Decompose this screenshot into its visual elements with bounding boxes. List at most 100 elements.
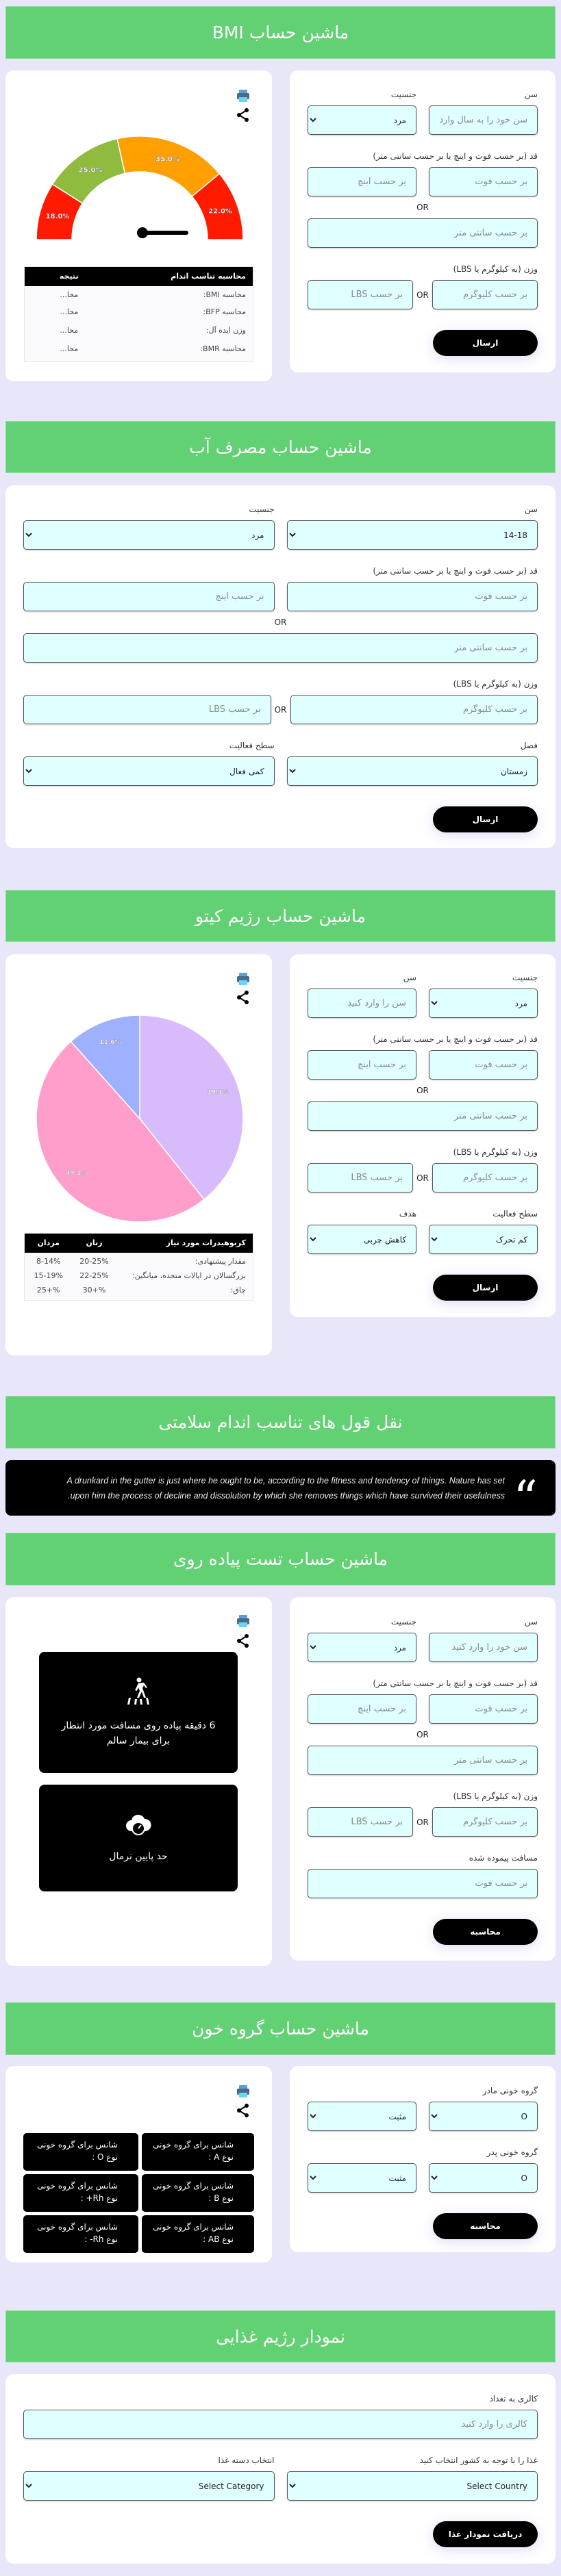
chance-a: شانس برای گروه خونی نوع A : <box>142 2133 254 2171</box>
height-label: قد (بر حسب فوت و اینچ یا بر حسب سانتی مت… <box>373 1679 538 1688</box>
lbs-input[interactable] <box>308 1163 413 1193</box>
submit-button[interactable]: ارسال <box>433 330 538 356</box>
walking-result-card: 6 دقیقه پیاده روی مسافت مورد انتظار برای… <box>5 1597 272 1966</box>
expected-distance-text: 6 دقیقه پیاده روی مسافت مورد انتظار برای… <box>61 1720 216 1746</box>
submit-button[interactable]: ارسال <box>433 806 538 832</box>
goal-select[interactable]: کاهش چربی <box>308 1225 416 1254</box>
table-row: بزرگسالان در ایالات متحده، میانگین: 22-25… <box>34 1271 246 1280</box>
activity-select[interactable]: کم تحرک <box>429 1225 538 1254</box>
inch-input[interactable] <box>23 582 275 611</box>
foot-input[interactable] <box>429 1694 538 1724</box>
category-select[interactable]: Select Category <box>23 2471 275 2501</box>
kg-input[interactable] <box>432 1807 538 1837</box>
father-type-select[interactable]: O <box>429 2163 538 2193</box>
kg-input[interactable] <box>432 1163 538 1193</box>
lower-normal-text: حد پایین نرمال <box>109 1851 168 1862</box>
cm-input[interactable] <box>308 218 538 248</box>
gender-label: جنسیت <box>249 505 275 514</box>
or-text: OR <box>416 1817 429 1827</box>
age-select[interactable]: 14-18 <box>286 520 538 550</box>
season-select[interactable]: زمستان <box>286 756 538 786</box>
weight-label: وزن (به کیلوگرم یا LBS) <box>453 1147 538 1157</box>
diet-form: کالری به تعداد غذا را با توجه به کشور ان… <box>5 2374 556 2564</box>
blood-form: گروه خونی مادر O مثبت گروه خونی پدر O مث… <box>290 2066 556 2252</box>
table-header: نتیجه <box>24 266 114 286</box>
mother-rh-select[interactable]: مثبت <box>308 2102 416 2131</box>
blood-result-card: شانس برای گروه خونی نوع A : شانس برای گر… <box>5 2066 272 2262</box>
table-row: چاق: %+30 %+25 <box>36 1285 246 1295</box>
chance-rh-negative: شانس برای گروه خونی نوع Rh- : <box>23 2215 138 2253</box>
keto-header: ماشین حساب رژیم کیتو <box>5 890 556 942</box>
cloud-speedometer-icon <box>126 1814 151 1835</box>
cm-input[interactable] <box>23 633 538 663</box>
calorie-input[interactable] <box>23 2410 538 2439</box>
quote-box: “ A drunkard in the gutter is just where… <box>5 1460 556 1522</box>
gauge-needle-hub <box>137 227 148 238</box>
cm-input[interactable] <box>308 1101 538 1131</box>
printer-icon[interactable] <box>236 2084 251 2099</box>
or-text: OR <box>416 1173 429 1183</box>
printer-icon[interactable] <box>236 1614 251 1629</box>
table-row: محاسبه BMR: محا... <box>60 344 246 353</box>
kg-input[interactable] <box>290 695 538 724</box>
foot-input[interactable] <box>429 1050 538 1080</box>
keto-pie-chart: 39.3% 49.1% 11.6% <box>36 1015 244 1223</box>
gender-label: جنسیت <box>390 1617 416 1627</box>
activity-select[interactable]: کمی فعال <box>23 756 275 786</box>
or-text: OR <box>416 203 429 212</box>
mother-type-select[interactable]: O <box>429 2102 538 2131</box>
height-label: قد (بر حسب فوت و اینچ یا بر حسب سانتی مت… <box>373 566 538 576</box>
age-input[interactable] <box>429 105 538 135</box>
chance-rh-positive: شانس برای گروه خونی نوع Rh+ : <box>23 2174 138 2212</box>
gender-select[interactable]: مرد <box>308 1633 416 1662</box>
keto-form: جنسیت مرد سن قد (بر حسب فوت و اینچ یا بر… <box>290 954 556 1317</box>
water-header: ماشین حساب مصرف آب <box>5 421 556 473</box>
father-label: گروه خونی پدر <box>486 2147 538 2157</box>
share-icon[interactable] <box>236 1633 251 1648</box>
activity-label: سطح فعالیت <box>493 1209 538 1219</box>
season-label: فصل <box>520 741 538 750</box>
height-label: قد (بر حسب فوت و اینچ یا بر حسب سانتی مت… <box>373 151 538 161</box>
pie-label: 49.1% <box>66 1170 87 1177</box>
get-diet-chart-button[interactable]: دریافت نمودار غذا <box>433 2521 538 2547</box>
cm-input[interactable] <box>308 1746 538 1775</box>
lbs-input[interactable] <box>308 280 413 309</box>
table-header: مردان <box>24 1233 73 1253</box>
share-icon[interactable] <box>236 2103 251 2118</box>
weight-label: وزن (به کیلوگرم یا LBS) <box>453 679 538 689</box>
gender-select[interactable]: مرد <box>308 105 416 135</box>
table-header: محاسبه تناسب اندام <box>113 266 253 286</box>
inch-input[interactable] <box>308 1694 416 1724</box>
inch-input[interactable] <box>308 1050 416 1080</box>
submit-button[interactable]: ارسال <box>433 1275 538 1301</box>
age-input[interactable] <box>429 1633 538 1662</box>
or-text: OR <box>416 290 429 300</box>
category-label: انتخاب دسته غذا <box>218 2456 275 2465</box>
mother-label: گروه خونی مادر <box>482 2086 538 2095</box>
calculate-button[interactable]: محاسبه <box>433 1919 538 1945</box>
quotes-header: نقل قول های تناسب اندام سلامتی <box>5 1396 556 1449</box>
calorie-label: کالری به تعداد <box>489 2394 538 2403</box>
gauge-label: 25.0% <box>79 167 103 175</box>
lbs-input[interactable] <box>308 1807 413 1837</box>
calculate-button[interactable]: محاسبه <box>433 2213 538 2239</box>
table-row: وزن ایده آل: محا... <box>60 325 246 335</box>
inch-input[interactable] <box>308 167 416 196</box>
foot-input[interactable] <box>429 167 538 196</box>
or-text: OR <box>274 617 287 627</box>
age-label: سن <box>524 505 538 514</box>
quote-mark-icon: “ <box>513 1470 538 1527</box>
kg-input[interactable] <box>432 280 538 309</box>
age-label: سن <box>524 1617 538 1627</box>
or-text: OR <box>416 1086 429 1095</box>
gender-select[interactable]: مرد <box>23 520 275 550</box>
foot-input[interactable] <box>286 582 538 611</box>
activity-label: سطح فعالیت <box>229 741 275 750</box>
bmi-header: ماشین حساب BMI <box>5 6 556 59</box>
father-rh-select[interactable]: مثبت <box>308 2163 416 2193</box>
age-input[interactable] <box>308 989 416 1018</box>
distance-input[interactable] <box>308 1869 538 1898</box>
gender-select[interactable]: مرد <box>429 989 538 1018</box>
lbs-input[interactable] <box>23 695 271 724</box>
country-select[interactable]: Select Country <box>286 2471 538 2501</box>
